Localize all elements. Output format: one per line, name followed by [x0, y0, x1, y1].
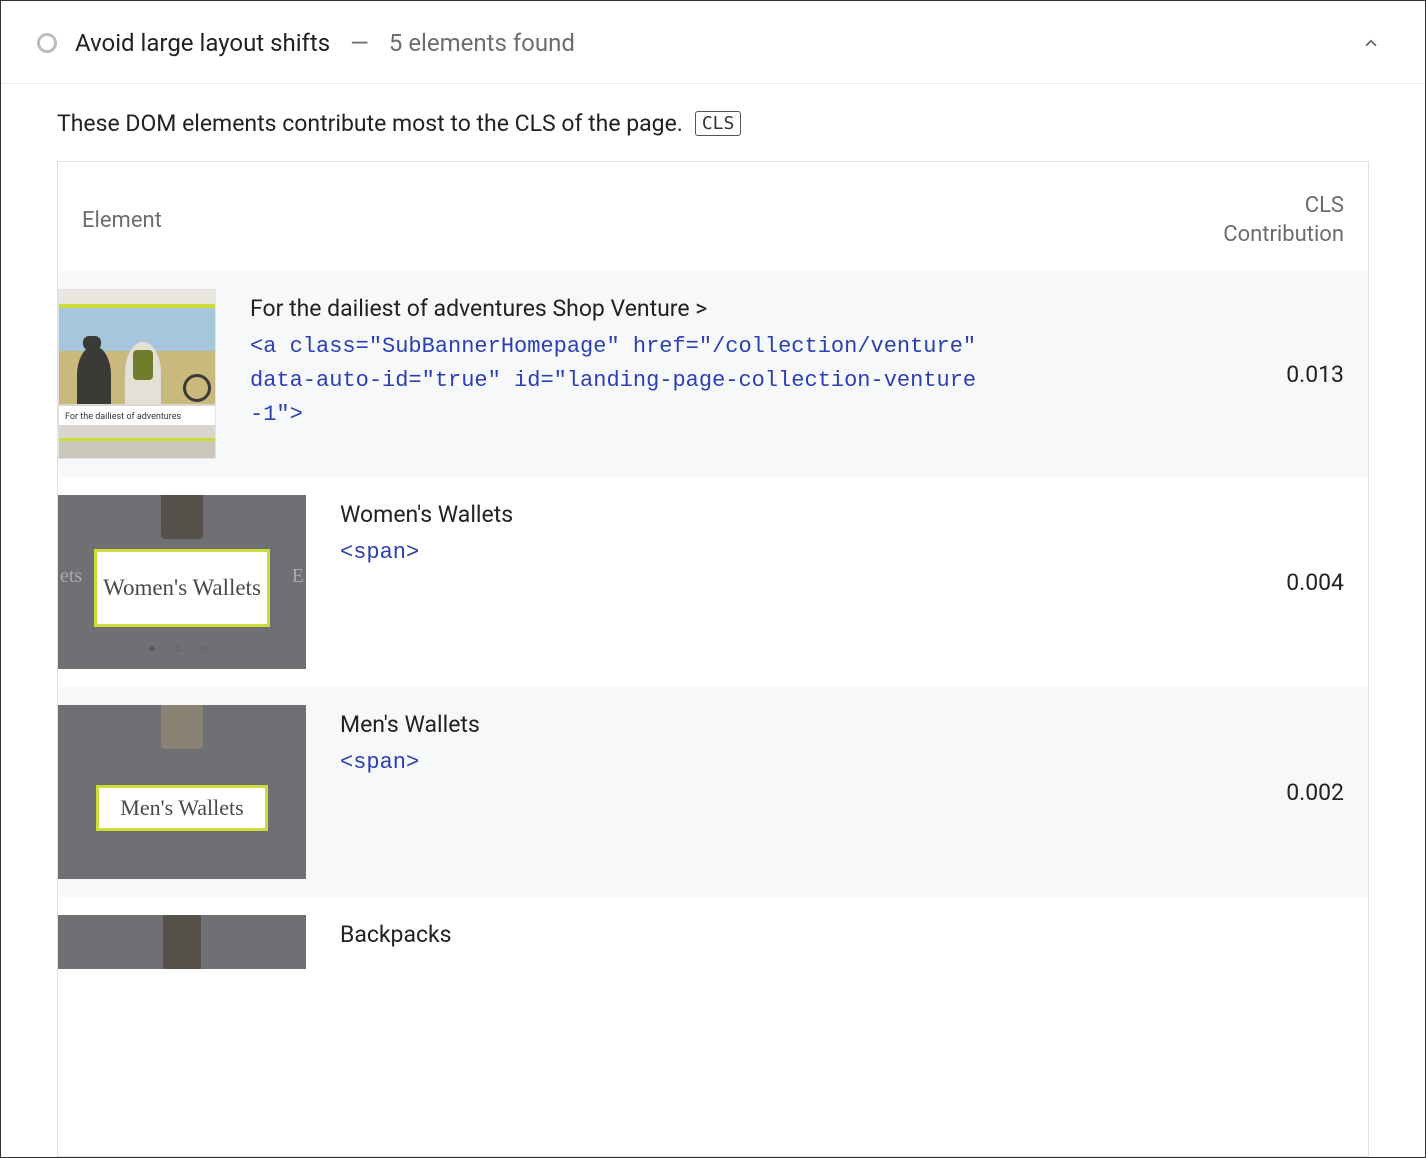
thumb-label: Women's Wallets	[94, 549, 270, 627]
table-row[interactable]: ets E Women's Wallets ● ○ ○ Women's Wall…	[58, 477, 1368, 687]
audit-description-row: These DOM elements contribute most to th…	[1, 84, 1425, 161]
status-circle-icon	[37, 33, 57, 53]
cls-value	[1234, 915, 1344, 969]
element-details: Men's Wallets <span>	[340, 705, 1200, 879]
carousel-dots-icon: ● ○ ○	[58, 641, 306, 655]
element-details: Backpacks	[340, 915, 1200, 969]
table-header: Element CLS Contribution	[58, 162, 1368, 271]
element-name: For the dailiest of adventures Shop Vent…	[250, 295, 1200, 322]
audit-panel: Avoid large layout shifts — 5 elements f…	[0, 0, 1426, 1158]
element-name: Women's Wallets	[340, 501, 1200, 528]
cls-chip[interactable]: CLS	[695, 111, 742, 136]
column-cls: CLS Contribution	[1194, 192, 1344, 249]
elements-table: Element CLS Contribution For the dailies	[57, 161, 1369, 1157]
thumb-label: Men's Wallets	[96, 785, 268, 831]
column-element: Element	[82, 208, 1194, 233]
table-body: For the dailiest of adventures Shop Vent…	[58, 271, 1368, 1156]
element-snippet: <a class="SubBannerHomepage" href="/coll…	[250, 330, 980, 432]
cls-value: 0.013	[1234, 289, 1344, 459]
element-thumbnail: ets E Women's Wallets ● ○ ○	[58, 495, 306, 669]
thumb-caption: For the dailiest of adventures	[59, 406, 215, 425]
element-name: Men's Wallets	[340, 711, 1200, 738]
element-thumbnail	[58, 915, 306, 969]
element-snippet: <span>	[340, 536, 1070, 570]
audit-description: These DOM elements contribute most to th…	[57, 110, 683, 137]
audit-subtitle: 5 elements found	[389, 29, 575, 57]
element-details: For the dailiest of adventures Shop Vent…	[250, 289, 1200, 459]
cls-value: 0.004	[1234, 495, 1344, 669]
separator: —	[350, 29, 369, 57]
element-details: Women's Wallets <span>	[340, 495, 1200, 669]
element-name: Backpacks	[340, 921, 1200, 948]
element-thumbnail: Men's Wallets	[58, 705, 306, 879]
audit-header[interactable]: Avoid large layout shifts — 5 elements f…	[1, 1, 1425, 84]
table-row[interactable]: Backpacks	[58, 897, 1368, 969]
element-thumbnail: For the dailiest of adventures Shop Vent…	[58, 289, 216, 459]
cls-value: 0.002	[1234, 705, 1344, 879]
element-snippet: <span>	[340, 746, 1070, 780]
table-row[interactable]: For the dailiest of adventures Shop Vent…	[58, 271, 1368, 477]
audit-title: Avoid large layout shifts	[75, 29, 330, 57]
table-row[interactable]: Men's Wallets Men's Wallets <span> 0.002	[58, 687, 1368, 897]
chevron-up-icon[interactable]	[1361, 33, 1381, 53]
